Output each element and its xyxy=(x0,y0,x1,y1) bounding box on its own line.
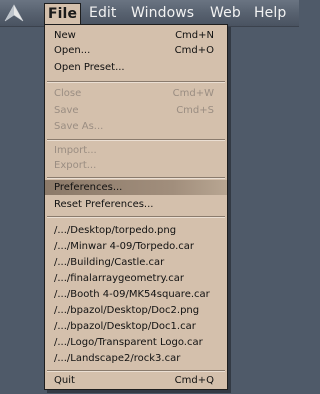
menu-windows[interactable]: Windows xyxy=(131,4,194,22)
menu-item-save: Save Cmd+S xyxy=(45,103,227,118)
app-logo-icon[interactable] xyxy=(3,2,25,24)
recent-file-path: /.../finalarraygeometry.car xyxy=(54,273,184,284)
menu-item-label: Quit xyxy=(54,375,75,386)
menu-item-label: Save As... xyxy=(54,121,104,132)
menu-item-label: Export... xyxy=(54,160,97,171)
recent-file-item[interactable]: /.../bpazol/Desktop/Doc1.car xyxy=(45,319,227,334)
menu-item-label: Preferences... xyxy=(54,182,123,193)
menu-web[interactable]: Web xyxy=(210,4,241,22)
recent-file-path: /.../Landscape2/rock3.car xyxy=(54,353,181,364)
recent-file-path: /.../Building/Castle.car xyxy=(54,257,165,268)
menu-item-shortcut: Cmd+N xyxy=(175,30,214,41)
menu-bar: File Edit Windows Web Help xyxy=(0,0,299,27)
menu-item-label: Import... xyxy=(54,145,97,156)
menu-separator xyxy=(47,216,225,218)
menu-item-shortcut: Cmd+W xyxy=(172,88,214,99)
recent-file-item[interactable]: /.../Minwar 4-09/Torpedo.car xyxy=(45,239,227,254)
recent-file-path: /.../Desktop/torpedo.png xyxy=(54,225,177,236)
menu-item-export: Export... xyxy=(45,158,227,173)
menu-item-label: Open... xyxy=(54,45,91,56)
menu-item-quit[interactable]: Quit Cmd+Q xyxy=(45,373,227,388)
menu-item-shortcut: Cmd+S xyxy=(176,105,214,116)
menu-edit[interactable]: Edit xyxy=(89,4,117,22)
menu-file[interactable]: File xyxy=(44,3,82,26)
menu-item-label: New xyxy=(54,30,76,41)
recent-file-path: /.../bpazol/Desktop/Doc1.car xyxy=(54,321,196,332)
recent-file-item[interactable]: /.../Building/Castle.car xyxy=(45,255,227,270)
recent-file-item[interactable]: /.../Logo/Transparent Logo.car xyxy=(45,335,227,350)
recent-file-item[interactable]: /.../bpazol/Desktop/Doc2.png xyxy=(45,303,227,318)
menu-item-close: Close Cmd+W xyxy=(45,86,227,101)
menu-separator xyxy=(47,177,225,179)
menu-item-shortcut: Cmd+Q xyxy=(174,375,214,386)
recent-file-item[interactable]: /.../Booth 4-09/MK54square.car xyxy=(45,287,227,302)
menu-item-label: Reset Preferences... xyxy=(54,199,154,210)
menu-separator xyxy=(47,81,225,83)
recent-file-path: /.../Booth 4-09/MK54square.car xyxy=(54,289,210,300)
recent-file-path: /.../bpazol/Desktop/Doc2.png xyxy=(54,305,200,316)
recent-file-path: /.../Logo/Transparent Logo.car xyxy=(54,337,203,348)
menu-item-save-as: Save As... xyxy=(45,119,227,134)
menu-item-open-preset[interactable]: Open Preset... xyxy=(45,60,227,75)
menu-help[interactable]: Help xyxy=(254,4,286,22)
recent-file-path: /.../Minwar 4-09/Torpedo.car xyxy=(54,241,195,252)
menu-item-preferences[interactable]: Preferences... xyxy=(45,180,227,195)
file-menu-dropdown: New Cmd+N Open... Cmd+O Open Preset... C… xyxy=(44,24,228,390)
menu-item-import: Import... xyxy=(45,143,227,158)
menu-separator xyxy=(47,139,225,141)
menu-item-new[interactable]: New Cmd+N xyxy=(45,28,227,43)
menu-item-label: Open Preset... xyxy=(54,62,125,73)
menu-item-open[interactable]: Open... Cmd+O xyxy=(45,43,227,58)
menu-item-label: Close xyxy=(54,88,82,99)
recent-file-item[interactable]: /.../Landscape2/rock3.car xyxy=(45,351,227,366)
recent-file-item[interactable]: /.../finalarraygeometry.car xyxy=(45,271,227,286)
menu-separator xyxy=(47,370,225,372)
menu-item-reset-preferences[interactable]: Reset Preferences... xyxy=(45,197,227,212)
menu-item-shortcut: Cmd+O xyxy=(174,45,214,56)
recent-file-item[interactable]: /.../Desktop/torpedo.png xyxy=(45,223,227,238)
menu-item-label: Save xyxy=(54,105,79,116)
